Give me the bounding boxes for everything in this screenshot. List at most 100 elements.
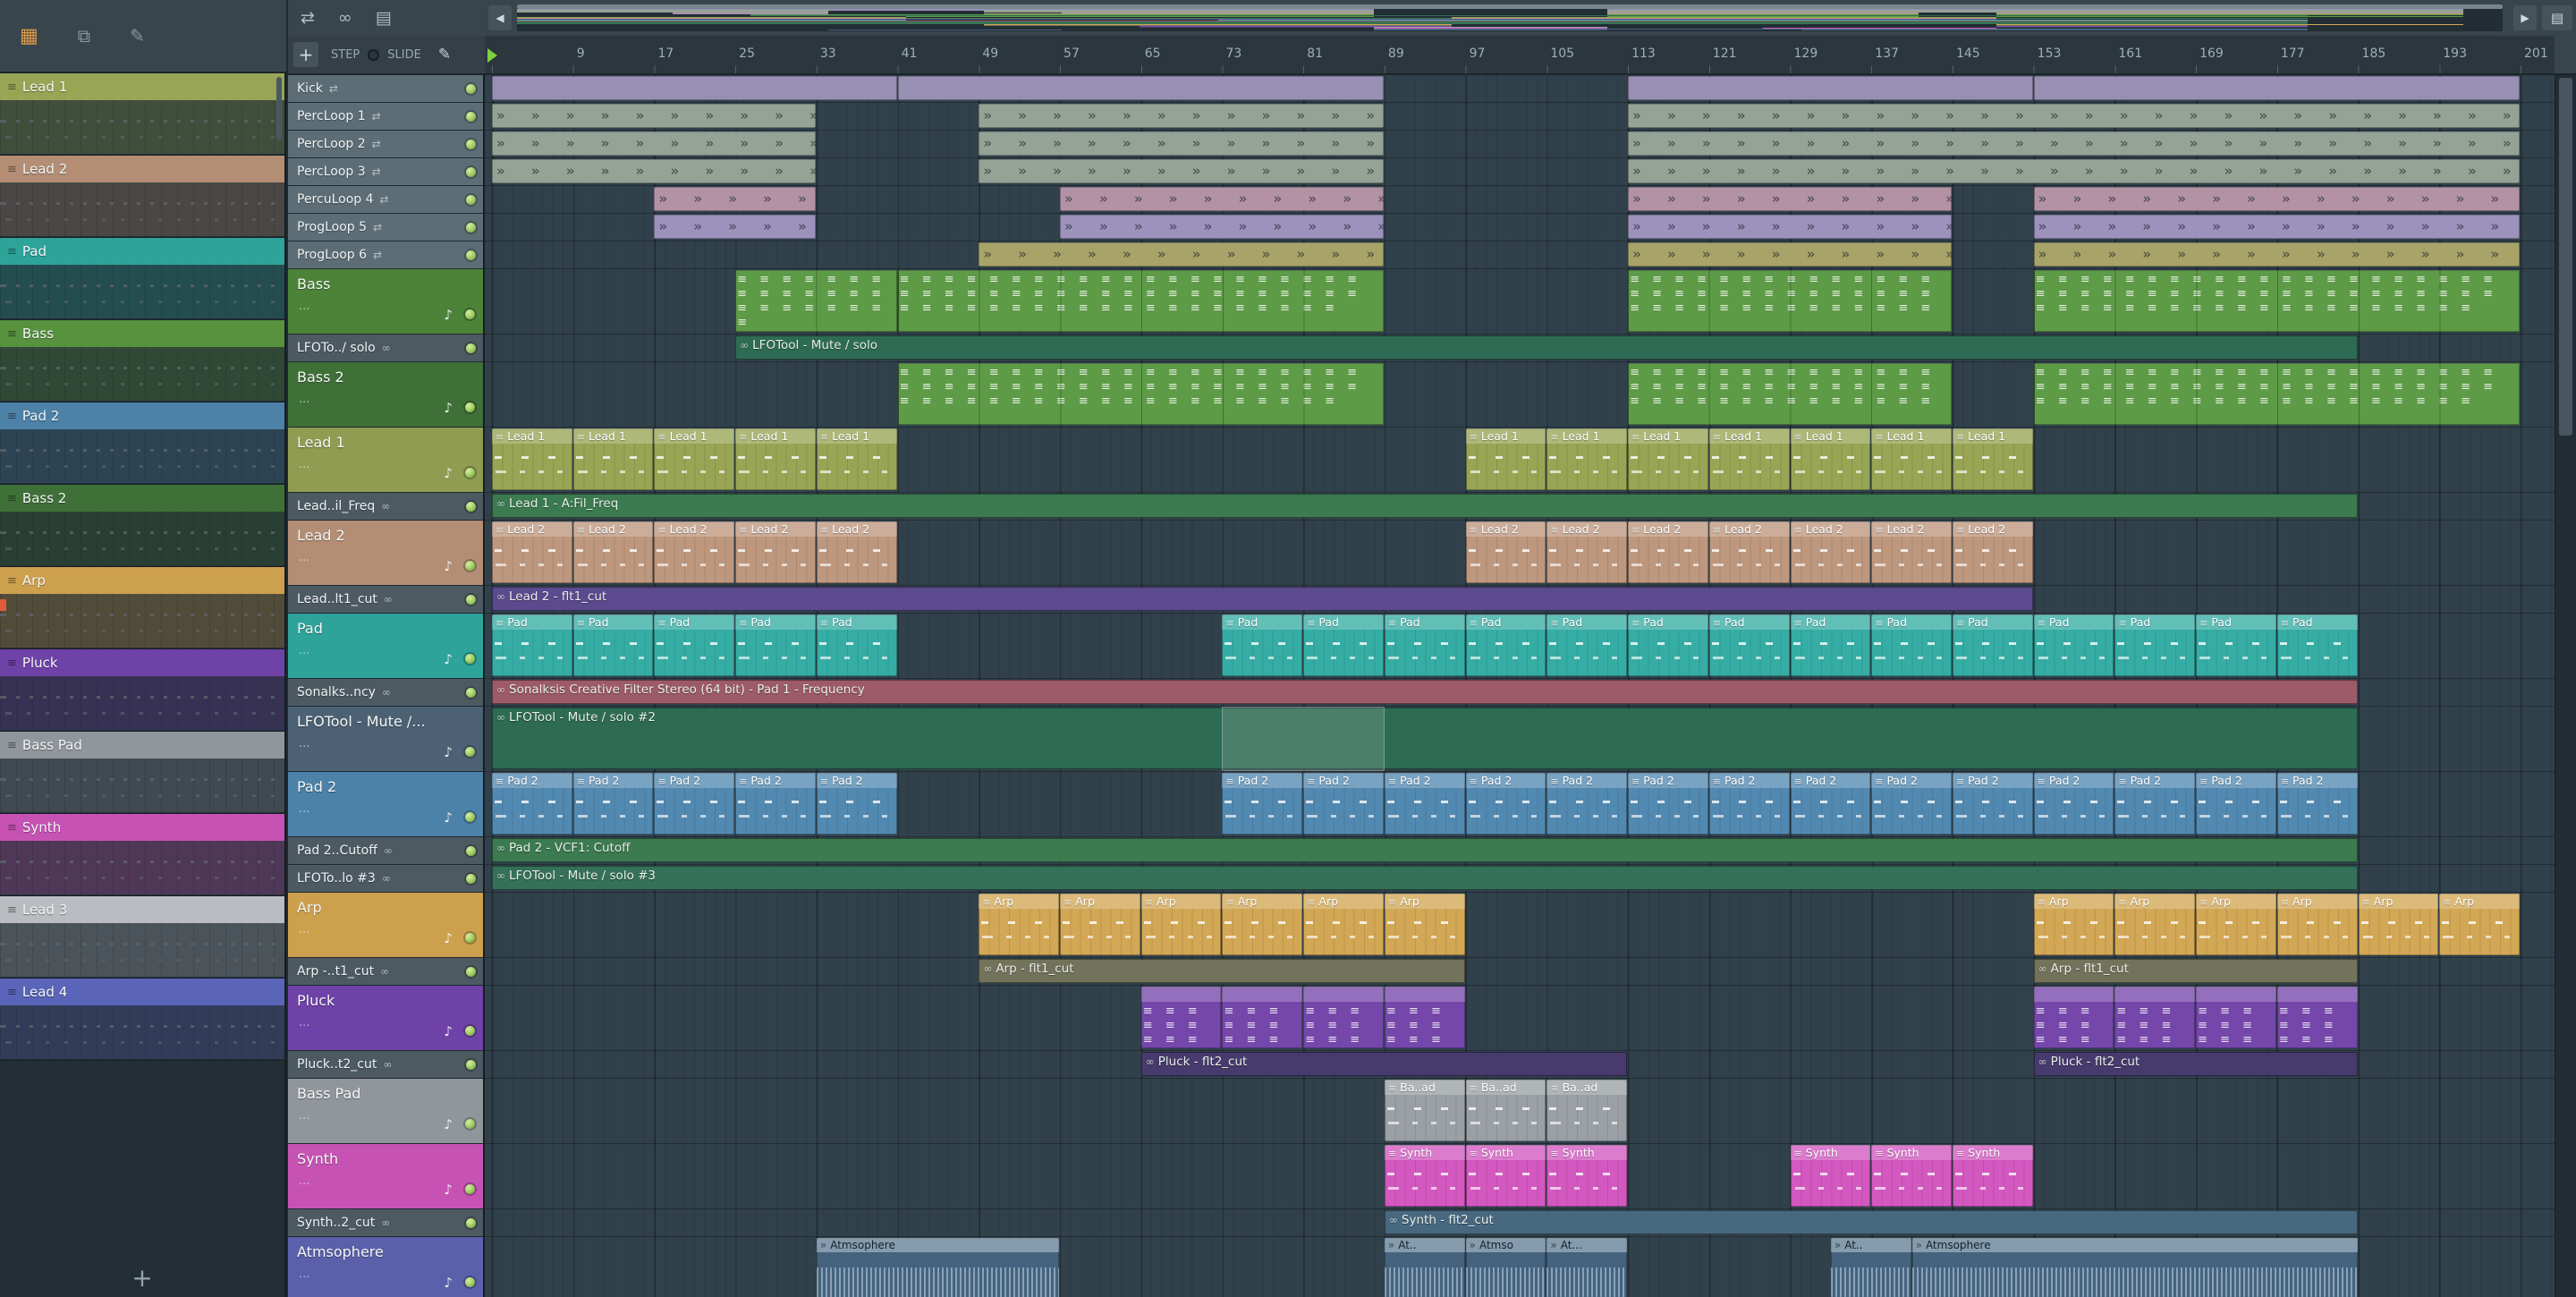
pattern-clip[interactable]: ≡ Lead 2	[492, 521, 572, 583]
pattern-clip[interactable]: ≡ Arp	[1140, 894, 1222, 955]
pattern-clip[interactable]: ≡ ≡ ≡ ≡ ≡ ≡ ≡ ≡ ≡ ≡ ≡ ≡	[1222, 987, 1303, 1048]
pattern-clip[interactable]: ≡ Pad	[1303, 615, 1384, 676]
track-led[interactable]	[466, 873, 476, 884]
pattern-clip[interactable]: ≡ Pad	[735, 615, 816, 676]
pattern-clip[interactable]: ≡ Ba..ad	[1546, 1080, 1628, 1141]
pattern-clip[interactable]: ≡ ≡ ≡ ≡ ≡ ≡ ≡ ≡ ≡ ≡ ≡ ≡ ≡ ≡ ≡ ≡ ≡ ≡ ≡ ≡ …	[2033, 363, 2520, 425]
pattern-clip[interactable]: ≡ Pad 2	[816, 773, 897, 835]
track-led[interactable]	[466, 1059, 476, 1070]
playlist-grid[interactable]: » » » » » » » » » » » » » » » » » » » » …	[485, 75, 2555, 1297]
pattern-clip[interactable]: ≡ Lead 2	[735, 521, 816, 583]
track-led[interactable]	[466, 166, 476, 177]
pattern-clip[interactable]: ≡ Pad	[816, 615, 897, 676]
pattern-clip[interactable]: ≡ Pad 2	[1708, 773, 1790, 835]
track-header-percloop-3[interactable]: PercLoop 3 ⇄	[288, 158, 483, 186]
track-lane-pad-2[interactable]: ≡ Pad 2 ≡ Pad 2 ≡ Pad 2 ≡ Pad 2 ≡ Pad 2 ≡ Pad 2 ≡ Pad…	[485, 772, 2555, 837]
track-led[interactable]	[466, 250, 476, 260]
loop-clip[interactable]: » » » » » » » » » » » » » » »	[1628, 215, 1952, 239]
pattern-clip[interactable]: ≡ Lead 1	[1546, 428, 1628, 490]
track-header-arp-t1-cut[interactable]: Arp -..t1_cut ∞	[288, 958, 483, 986]
track-lane-bass[interactable]: ≡ ≡ ≡ ≡ ≡ ≡ ≡ ≡ ≡ ≡ ≡ ≡ ≡ ≡ ≡ ≡ ≡ ≡ ≡ ≡ …	[485, 269, 2555, 335]
pattern-clip[interactable]: ≡ Ba..ad	[1384, 1080, 1465, 1141]
pattern-clip[interactable]: ≡ Ba..ad	[1465, 1080, 1546, 1141]
loop-clip[interactable]: » » » » » » » » » » » » » » » » » » »	[979, 159, 1384, 183]
pattern-clip[interactable]: ≡ Lead 1	[1871, 428, 1952, 490]
loop-clip[interactable]: » » » » » » » » » » » » » » »	[492, 159, 816, 183]
track-header-progloop-6[interactable]: ProgLoop 6 ⇄	[288, 242, 483, 269]
pattern-clip[interactable]: ≡ Pad 2	[1790, 773, 1871, 835]
track-lane-pad-2-cutoff[interactable]: ∞ Pad 2 - VCF1: Cutoff	[485, 837, 2555, 865]
pattern-clip[interactable]: ≡ Pad	[1628, 615, 1708, 676]
pattern-clip[interactable]: ≡ ≡ ≡ ≡ ≡ ≡ ≡ ≡ ≡ ≡ ≡ ≡	[2114, 987, 2196, 1048]
loop-clip[interactable]	[492, 76, 897, 100]
track-led[interactable]	[466, 83, 476, 94]
track-led[interactable]	[465, 812, 475, 822]
pattern-clip[interactable]: ≡ ≡ ≡ ≡ ≡ ≡ ≡ ≡ ≡ ≡ ≡ ≡	[2033, 987, 2114, 1048]
pattern-clip[interactable]: ≡ Lead 2	[1465, 521, 1546, 583]
track-lane-lfoto-solo[interactable]: ∞ LFOTool - Mute / solo	[485, 335, 2555, 362]
pattern-clip[interactable]: ≡ Pad	[1790, 615, 1871, 676]
link-icon[interactable]: ∞	[338, 8, 352, 28]
track-header-lfoto-solo[interactable]: LFOTo../ solo ∞	[288, 335, 483, 362]
track-led[interactable]	[465, 468, 475, 478]
pattern-item-header[interactable]: ≡ Lead 1	[0, 73, 284, 100]
pattern-clip[interactable]: ≡ Pad 2	[1546, 773, 1628, 835]
pattern-clip[interactable]: ≡ ≡ ≡ ≡ ≡ ≡ ≡ ≡ ≡ ≡ ≡ ≡ ≡ ≡ ≡ ≡ ≡ ≡ ≡ ≡ …	[897, 270, 1384, 332]
track-lane-percloop-3[interactable]: » » » » » » » » » » » » » » » » » » » » …	[485, 158, 2555, 186]
track-header-lead-2[interactable]: Lead 2... ♪	[288, 521, 483, 586]
track-header-atmsophere[interactable]: Atmsophere... ♪	[288, 1237, 483, 1297]
pattern-clip[interactable]: ≡ Pad	[492, 615, 572, 676]
loop-clip[interactable]: » » » » » » » » » » » » » » »	[1060, 215, 1384, 239]
pattern-item-pad-2[interactable]: ≡ Pad 2	[0, 403, 284, 485]
pattern-clip[interactable]: ≡ Lead 2	[1871, 521, 1952, 583]
playhead-marker[interactable]	[487, 48, 497, 63]
automation-clip[interactable]: ∞ Pad 2 - VCF1: Cutoff	[492, 838, 2358, 862]
track-lane-percloop-1[interactable]: » » » » » » » » » » » » » » » » » » » » …	[485, 103, 2555, 131]
pattern-clip[interactable]: ≡ Arp	[2033, 894, 2114, 955]
pattern-item-bass-pad[interactable]: ≡ Bass Pad	[0, 732, 284, 814]
pattern-clip[interactable]: ≡ Pad 2	[1871, 773, 1952, 835]
pattern-clip[interactable]: ≡ Arp	[1384, 894, 1465, 955]
loop-clip[interactable]: » » » » » » » » » » » » » » »	[1628, 242, 1952, 267]
track-lane-lfoto-lo-3[interactable]: ∞ LFOTool - Mute / solo #3	[485, 865, 2555, 893]
loop-clip[interactable]: » » » » » » » » » » » » » » » » » » »	[979, 131, 1384, 156]
arrangement-overview[interactable]	[517, 4, 2503, 31]
timeline-ruler[interactable]: 9 17 25 33 41 49 57 65 73 81 89 97 105 113 121 129 137 14…	[485, 36, 2555, 73]
track-led[interactable]	[465, 933, 475, 943]
pattern-grid-icon[interactable]: ▦	[20, 25, 38, 47]
loop-clip[interactable]: » » » » » » » » » » » » » » » » » » »	[979, 242, 1384, 267]
track-header-bass[interactable]: Bass... ♪	[288, 269, 483, 335]
automation-clip[interactable]: ∞ Lead 1 - A:Fil_Freq	[492, 494, 2358, 518]
track-led[interactable]	[466, 687, 476, 698]
track-header-lead-il-freq[interactable]: Lead..il_Freq ∞	[288, 493, 483, 521]
pattern-clip[interactable]: ≡ Pad	[2033, 615, 2114, 676]
track-lane-lead-il-freq[interactable]: ∞ Lead 1 - A:Fil_Freq	[485, 493, 2555, 521]
pattern-clip[interactable]: ≡ Synth	[1952, 1145, 2033, 1207]
pattern-clip[interactable]: ≡ Arp	[979, 894, 1060, 955]
track-header-pluck[interactable]: Pluck... ♪	[288, 986, 483, 1051]
loop-clip[interactable]: » » » » » » »	[654, 187, 816, 211]
scroll-left-button[interactable]: ◀	[488, 5, 512, 30]
pattern-clip[interactable]: ≡ Lead 2	[1708, 521, 1790, 583]
piano-roll-icon[interactable]: ▤	[376, 8, 392, 28]
pattern-clip[interactable]: ≡ Synth	[1465, 1145, 1546, 1207]
pattern-clip[interactable]: ≡ Lead 1	[735, 428, 816, 490]
track-header-percloop-2[interactable]: PercLoop 2 ⇄	[288, 131, 483, 158]
track-led[interactable]	[465, 561, 475, 571]
pencil-icon[interactable]: ✎	[130, 25, 145, 47]
pattern-item-header[interactable]: ≡ Bass 2	[0, 485, 284, 512]
pattern-item-synth[interactable]: ≡ Synth	[0, 814, 284, 896]
track-lane-bass-pad[interactable]: ≡ Ba..ad ≡ Ba..ad ≡ Ba..ad	[485, 1079, 2555, 1144]
track-led[interactable]	[466, 343, 476, 353]
track-header-arp[interactable]: Arp... ♪	[288, 893, 483, 958]
pattern-clip[interactable]: ≡ Lead 1	[1952, 428, 2033, 490]
track-header-lfotool-mute[interactable]: LFOTool - Mute /...... ♪	[288, 707, 483, 772]
track-lane-lfotool-mute[interactable]: ∞ LFOTool - Mute / solo #2	[485, 707, 2555, 772]
audio-clip[interactable]: » Atmso	[1465, 1238, 1546, 1297]
loop-clip[interactable]: » » » » » » » » » » » » » » » » » » »	[979, 104, 1384, 128]
pattern-clip[interactable]: ≡ Lead 1	[816, 428, 897, 490]
pattern-clip[interactable]: ≡ Lead 2	[1628, 521, 1708, 583]
pattern-clip[interactable]: ≡ Synth	[1871, 1145, 1952, 1207]
automation-clip[interactable]: ∞ LFOTool - Mute / solo	[735, 335, 2358, 360]
pattern-clip[interactable]: ≡ Pad 2	[2033, 773, 2114, 835]
